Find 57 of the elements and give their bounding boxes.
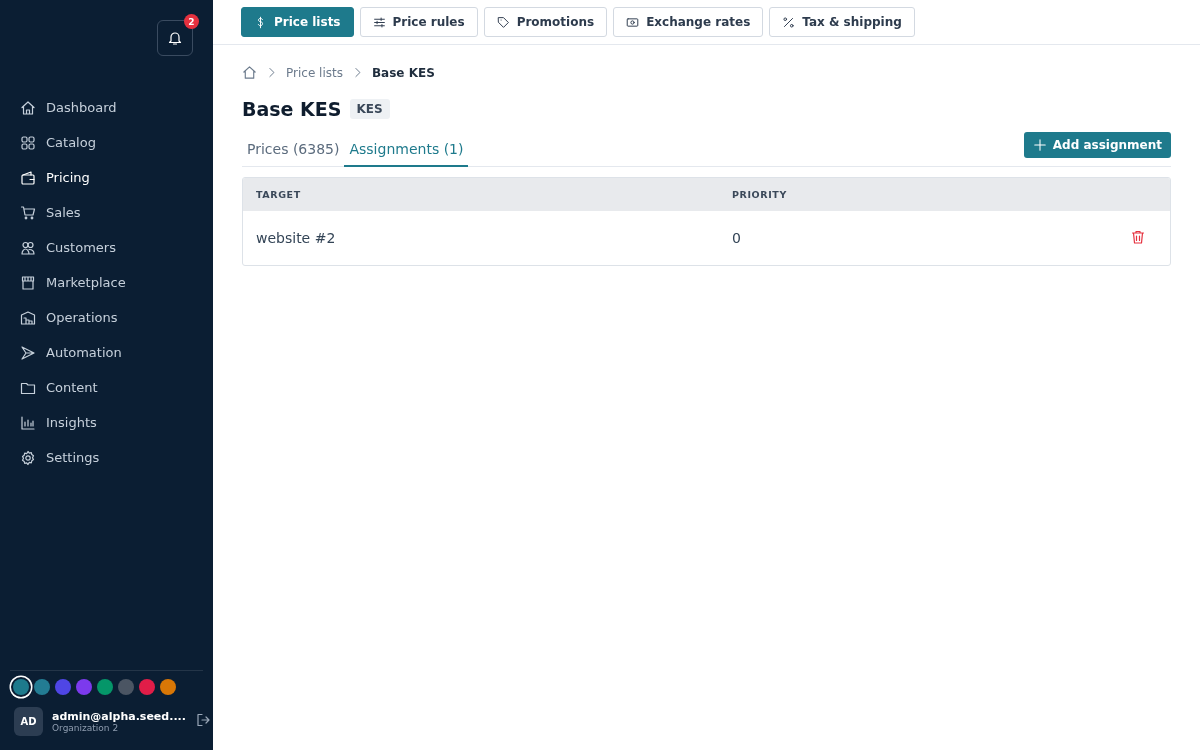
trash-icon (1130, 228, 1146, 245)
send-icon (20, 344, 36, 361)
nav-item[interactable]: Dashboard (20, 90, 213, 125)
nav-item[interactable]: Settings (20, 440, 213, 475)
user-email: admin@alpha.seed.... (52, 710, 186, 723)
tag-icon (496, 15, 510, 29)
top-tab[interactable]: Price lists (241, 7, 354, 37)
storefront-icon (20, 274, 36, 291)
nav-item[interactable]: Operations (20, 300, 213, 335)
table-cell-text: website #2 (256, 230, 337, 246)
banknote-icon (626, 15, 640, 29)
tab[interactable]: Prices (6385) (242, 141, 345, 167)
people-icon (20, 239, 36, 256)
bell-icon (167, 30, 183, 46)
cart-icon (20, 204, 36, 221)
top-tab[interactable]: Tax & shipping (769, 7, 915, 37)
nav-item[interactable]: Customers (20, 230, 213, 265)
wallet-icon (20, 169, 36, 186)
theme-swatch[interactable] (118, 679, 134, 695)
nav-item[interactable]: Content (20, 370, 213, 405)
user-avatar: AD (14, 707, 43, 736)
column-header: TARGET (256, 189, 302, 200)
top-tab[interactable]: Exchange rates (613, 7, 764, 37)
breadcrumb-link[interactable]: Price lists (286, 65, 343, 80)
table-cell-text: 0 (732, 230, 742, 246)
theme-swatch[interactable] (76, 679, 92, 695)
tab[interactable]: Assignments (1) (344, 141, 469, 167)
column-header: PRIORITY (732, 189, 788, 200)
house-icon (20, 99, 36, 116)
bar-chart-icon (20, 414, 36, 431)
notification-count: 2 (184, 14, 199, 29)
percent-icon (782, 15, 796, 29)
home-icon (242, 65, 257, 80)
add-assignment-button[interactable]: Add assignment (1023, 132, 1171, 158)
top-tab[interactable]: Promotions (483, 7, 608, 37)
nav-item[interactable]: Marketplace (20, 265, 213, 300)
sliders-icon (372, 15, 386, 29)
nav-item[interactable]: Insights (20, 405, 213, 440)
plus-icon (1032, 138, 1047, 152)
page-title: Base KES (242, 98, 342, 120)
currency-badge: KES (349, 99, 390, 119)
top-tab[interactable]: Price rules (359, 7, 478, 37)
settings-icon (20, 449, 36, 466)
theme-swatch[interactable] (55, 679, 71, 695)
nav-item[interactable]: Catalog (20, 125, 213, 160)
grid-icon (20, 134, 36, 151)
theme-swatch[interactable] (160, 679, 176, 695)
nav-item[interactable]: Pricing (20, 160, 213, 195)
warehouse-icon (20, 309, 36, 326)
theme-swatch[interactable] (139, 679, 155, 695)
logout-icon (194, 712, 211, 728)
nav-item[interactable]: Automation (20, 335, 213, 370)
organization-name: Organization 2 (52, 723, 120, 733)
nav-item[interactable]: Sales (20, 195, 213, 230)
theme-swatch[interactable] (34, 679, 50, 695)
theme-swatch[interactable] (97, 679, 113, 695)
theme-swatch[interactable] (13, 679, 29, 695)
